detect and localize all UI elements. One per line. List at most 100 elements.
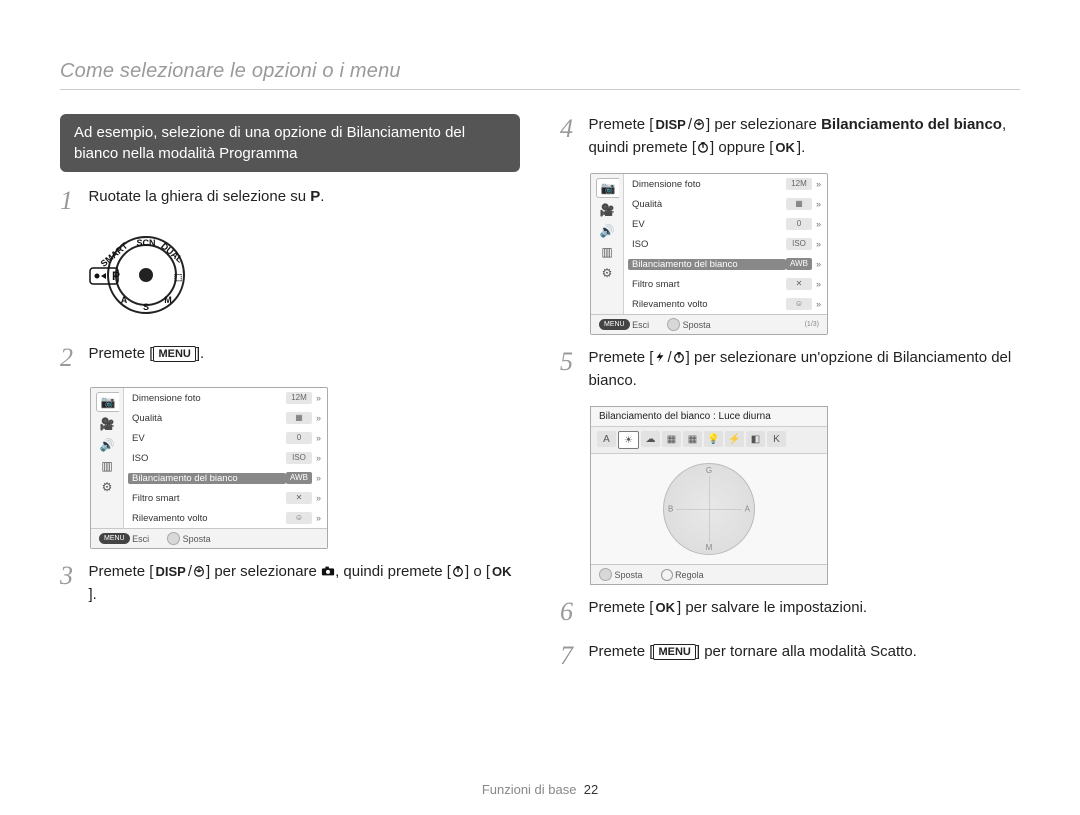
menu-row: EV0» <box>624 214 827 234</box>
svg-text:S: S <box>143 302 149 312</box>
menu-row: Filtro smart✕» <box>624 274 827 294</box>
wb-daylight-icon: ☀ <box>618 431 639 449</box>
menu-row: ISOISO» <box>124 448 327 468</box>
wb-auto-icon: A <box>597 431 616 447</box>
chevron-right-icon: » <box>816 219 821 229</box>
flash-icon <box>653 351 667 363</box>
text: ]. <box>88 586 96 603</box>
chevron-right-icon: » <box>316 413 321 423</box>
row-label: Bilanciamento del bianco <box>628 259 786 270</box>
text: ] per tornare alla modalità Scatto. <box>696 643 917 660</box>
settings-tab-icon: ⚙ <box>596 264 618 282</box>
menu-button-label: MENU <box>153 346 195 362</box>
footer-move-label: Sposta <box>683 320 711 330</box>
row-label: Dimensione foto <box>132 393 286 404</box>
chevron-right-icon: » <box>316 393 321 403</box>
row-value: ☺ <box>286 512 312 524</box>
menu-row: Rilevamento volto☺» <box>124 508 327 528</box>
row-label: Filtro smart <box>132 493 286 504</box>
menu-row: Rilevamento volto☺» <box>624 294 827 314</box>
step-2: 2 Premete [MENU]. <box>60 343 520 373</box>
footer-back-label: Esci <box>632 320 649 330</box>
menu-row: Qualità▦» <box>124 408 327 428</box>
row-label: EV <box>132 433 286 444</box>
text: . <box>320 188 324 205</box>
settings-tab-icon: ⚙ <box>96 478 118 496</box>
row-label: Rilevamento volto <box>632 299 786 310</box>
bold-text: Bilanciamento del bianco <box>821 116 1002 133</box>
text: ] per selezionare <box>206 563 321 580</box>
text: ] o [ <box>465 563 490 580</box>
text: ] oppure [ <box>710 139 773 156</box>
step-1: 1 Ruotate la ghiera di selezione su P. <box>60 186 520 216</box>
menu-rows: Dimensione foto12M» Qualità▦» EV0» ISOIS… <box>624 174 827 314</box>
row-value: ISO <box>786 238 812 250</box>
menu-category-tabs: 📷 🎥 🔊 ▥ ⚙ <box>91 388 124 528</box>
menu-rows: Dimensione foto12M» Qualità▦» EV0» ISOIS… <box>124 388 327 528</box>
text: ]. <box>196 345 204 362</box>
chevron-right-icon: » <box>816 239 821 249</box>
svg-text:SCN: SCN <box>136 238 155 248</box>
chevron-right-icon: » <box>316 473 321 483</box>
step-number: 6 <box>560 597 584 627</box>
wb-footer: Sposta Regola <box>591 564 827 584</box>
text: Ruotate la ghiera di selezione su <box>88 188 310 205</box>
axis-m: M <box>706 543 713 552</box>
text: Premete [ <box>588 116 653 133</box>
wb-cloudy-icon: ☁ <box>641 431 660 447</box>
display-tab-icon: ▥ <box>96 457 118 475</box>
row-label: Dimensione foto <box>632 179 786 190</box>
row-value: 0 <box>286 432 312 444</box>
step-number: 4 <box>560 114 584 144</box>
text: Premete [ <box>88 345 153 362</box>
text: ] per selezionare <box>706 116 821 133</box>
step-text: Premete [DISP/] per selezionare Bilancia… <box>588 114 1018 159</box>
text: ]. <box>797 139 805 156</box>
menu-footer: MENU Esci Sposta (1/3) <box>591 314 827 334</box>
row-value: ISO <box>286 452 312 464</box>
menu-category-tabs: 📷 🎥 🔊 ▥ ⚙ <box>591 174 624 314</box>
svg-text:A: A <box>121 295 128 305</box>
menu-row: Qualità▦» <box>624 194 827 214</box>
svg-text:P: P <box>112 269 120 283</box>
sound-tab-icon: 🔊 <box>596 222 618 240</box>
page-indicator: (1/3) <box>805 321 819 328</box>
menu-row-selected: Bilanciamento del biancoAWB» <box>124 468 327 488</box>
chevron-right-icon: » <box>816 299 821 309</box>
menu-footer: MENU Esci Sposta <box>91 528 327 548</box>
camera-tab-icon: 📷 <box>596 178 619 198</box>
row-label: Filtro smart <box>632 279 786 290</box>
chevron-right-icon: » <box>816 179 821 189</box>
chevron-right-icon: » <box>816 199 821 209</box>
step-number: 2 <box>60 343 84 373</box>
dpad-icon <box>167 532 180 545</box>
wb-fluorescent-l-icon: ▦ <box>683 431 702 447</box>
page-title: Come selezionare le opzioni o i menu <box>60 60 1020 90</box>
wb-preset-row: A ☀ ☁ ▦ ▦ 💡 ⚡ ◧ K <box>591 427 827 454</box>
axis-a: A <box>745 505 750 514</box>
step-text: Premete [/] per selezionare un'opzione d… <box>588 347 1018 392</box>
menu-row: Filtro smart✕» <box>124 488 327 508</box>
white-balance-picker-screen: Bilanciamento del bianco : Luce diurna A… <box>590 406 828 585</box>
chevron-right-icon: » <box>816 259 821 269</box>
axis-g: G <box>706 466 712 475</box>
sound-tab-icon: 🔊 <box>96 436 118 454</box>
wb-kelvin-icon: K <box>767 431 786 447</box>
wb-custom-icon: ◧ <box>746 431 765 447</box>
menu-row: Dimensione foto12M» <box>124 388 327 408</box>
mode-dial-illustration: SCN DUAL ⬚ M S A SMART P <box>86 230 520 325</box>
disp-button-label: DISP <box>653 115 687 135</box>
row-value: ▦ <box>286 412 312 424</box>
step-7: 7 Premete [MENU] per tornare alla modali… <box>560 641 1020 671</box>
camera-menu-screen: 📷 🎥 🔊 ▥ ⚙ Dimensione foto12M» Qualità▦» … <box>90 387 328 549</box>
zoom-icon <box>661 569 673 581</box>
row-value: 0 <box>786 218 812 230</box>
svg-text:M: M <box>164 295 172 305</box>
wb-target-circle: G M A B <box>663 463 755 555</box>
step-number: 1 <box>60 186 84 216</box>
chevron-right-icon: » <box>316 453 321 463</box>
step-number: 7 <box>560 641 584 671</box>
text: Premete [ <box>588 599 653 616</box>
mode-p-icon: P <box>310 188 320 205</box>
row-value: AWB <box>286 472 312 484</box>
